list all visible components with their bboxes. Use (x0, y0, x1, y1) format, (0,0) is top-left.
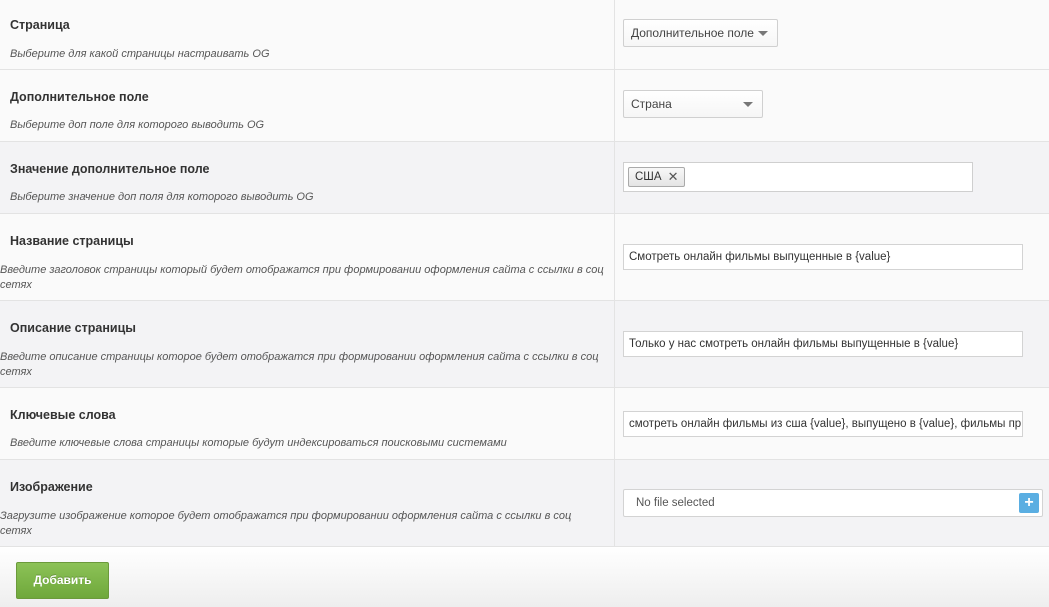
field-description: Загрузите изображение которое будет отоб… (0, 510, 572, 537)
row-control: No file selected + (615, 460, 1049, 546)
select-value: Дополнительное поле (631, 26, 754, 40)
extra-field-select[interactable]: Страна (623, 90, 763, 118)
image-file-input[interactable]: No file selected + (623, 489, 1043, 517)
row-page: Страница Выберите для какой страницы нас… (0, 0, 1049, 70)
row-control: Страна (615, 70, 1049, 141)
page-select[interactable]: Дополнительное поле (623, 19, 778, 47)
row-control: США ✕ (615, 142, 1049, 213)
form-footer: Добавить (0, 547, 1049, 607)
field-description: Введите заголовок страницы который будет… (0, 264, 604, 291)
row-page-description: Описание страницы Введите описание стран… (0, 301, 1049, 388)
close-icon[interactable]: ✕ (668, 168, 679, 186)
field-description: Введите ключевые слова страницы которые … (10, 437, 507, 449)
field-title: Изображение (10, 480, 93, 494)
row-label: Изображение Загрузите изображение которо… (0, 460, 615, 546)
page-description-input[interactable]: Только у нас смотреть онлайн фильмы выпу… (623, 331, 1023, 357)
row-keywords: Ключевые слова Введите ключевые слова ст… (0, 388, 1049, 460)
row-label: Страница Выберите для какой страницы нас… (0, 0, 615, 69)
field-title: Описание страницы (10, 321, 136, 335)
row-label: Дополнительное поле Выберите доп поле дл… (0, 70, 615, 141)
value-tag-input[interactable]: США ✕ (623, 162, 973, 192)
field-title: Название страницы (10, 234, 134, 248)
row-control: Дополнительное поле (615, 0, 1049, 69)
row-label: Название страницы Введите заголовок стра… (0, 214, 615, 300)
row-extra-field: Дополнительное поле Выберите доп поле дл… (0, 70, 1049, 142)
keywords-input[interactable]: смотреть онлайн фильмы из сша {value}, в… (623, 411, 1023, 437)
field-title: Дополнительное поле (10, 90, 149, 104)
field-title: Ключевые слова (10, 408, 116, 422)
select-value: Страна (631, 97, 672, 111)
tag-chip: США ✕ (628, 167, 685, 187)
row-control: Смотреть онлайн фильмы выпущенные в {val… (615, 214, 1049, 300)
row-extra-field-value: Значение дополнительное поле Выберите зн… (0, 142, 1049, 214)
row-page-title: Название страницы Введите заголовок стра… (0, 214, 1049, 301)
row-label: Значение дополнительное поле Выберите зн… (0, 142, 615, 213)
field-title: Страница (10, 18, 70, 32)
add-button[interactable]: Добавить (16, 562, 109, 599)
file-placeholder: No file selected (636, 497, 715, 509)
chevron-down-icon (743, 102, 753, 107)
row-control: Только у нас смотреть онлайн фильмы выпу… (615, 301, 1049, 387)
tag-label: США (635, 171, 662, 183)
row-label: Ключевые слова Введите ключевые слова ст… (0, 388, 615, 459)
field-description: Выберите значение доп поля для которого … (10, 191, 314, 203)
plus-icon[interactable]: + (1019, 493, 1039, 513)
row-label: Описание страницы Введите описание стран… (0, 301, 615, 387)
field-description: Выберите доп поле для которого выводить … (10, 119, 265, 131)
row-image: Изображение Загрузите изображение которо… (0, 460, 1049, 547)
field-title: Значение дополнительное поле (10, 162, 210, 176)
field-description: Введите описание страницы которое будет … (0, 351, 599, 378)
page-title-input[interactable]: Смотреть онлайн фильмы выпущенные в {val… (623, 244, 1023, 270)
row-control: смотреть онлайн фильмы из сша {value}, в… (615, 388, 1049, 459)
chevron-down-icon (758, 31, 768, 36)
field-description: Выберите для какой страницы настраивать … (10, 48, 270, 60)
og-settings-form: Страница Выберите для какой страницы нас… (0, 0, 1049, 547)
